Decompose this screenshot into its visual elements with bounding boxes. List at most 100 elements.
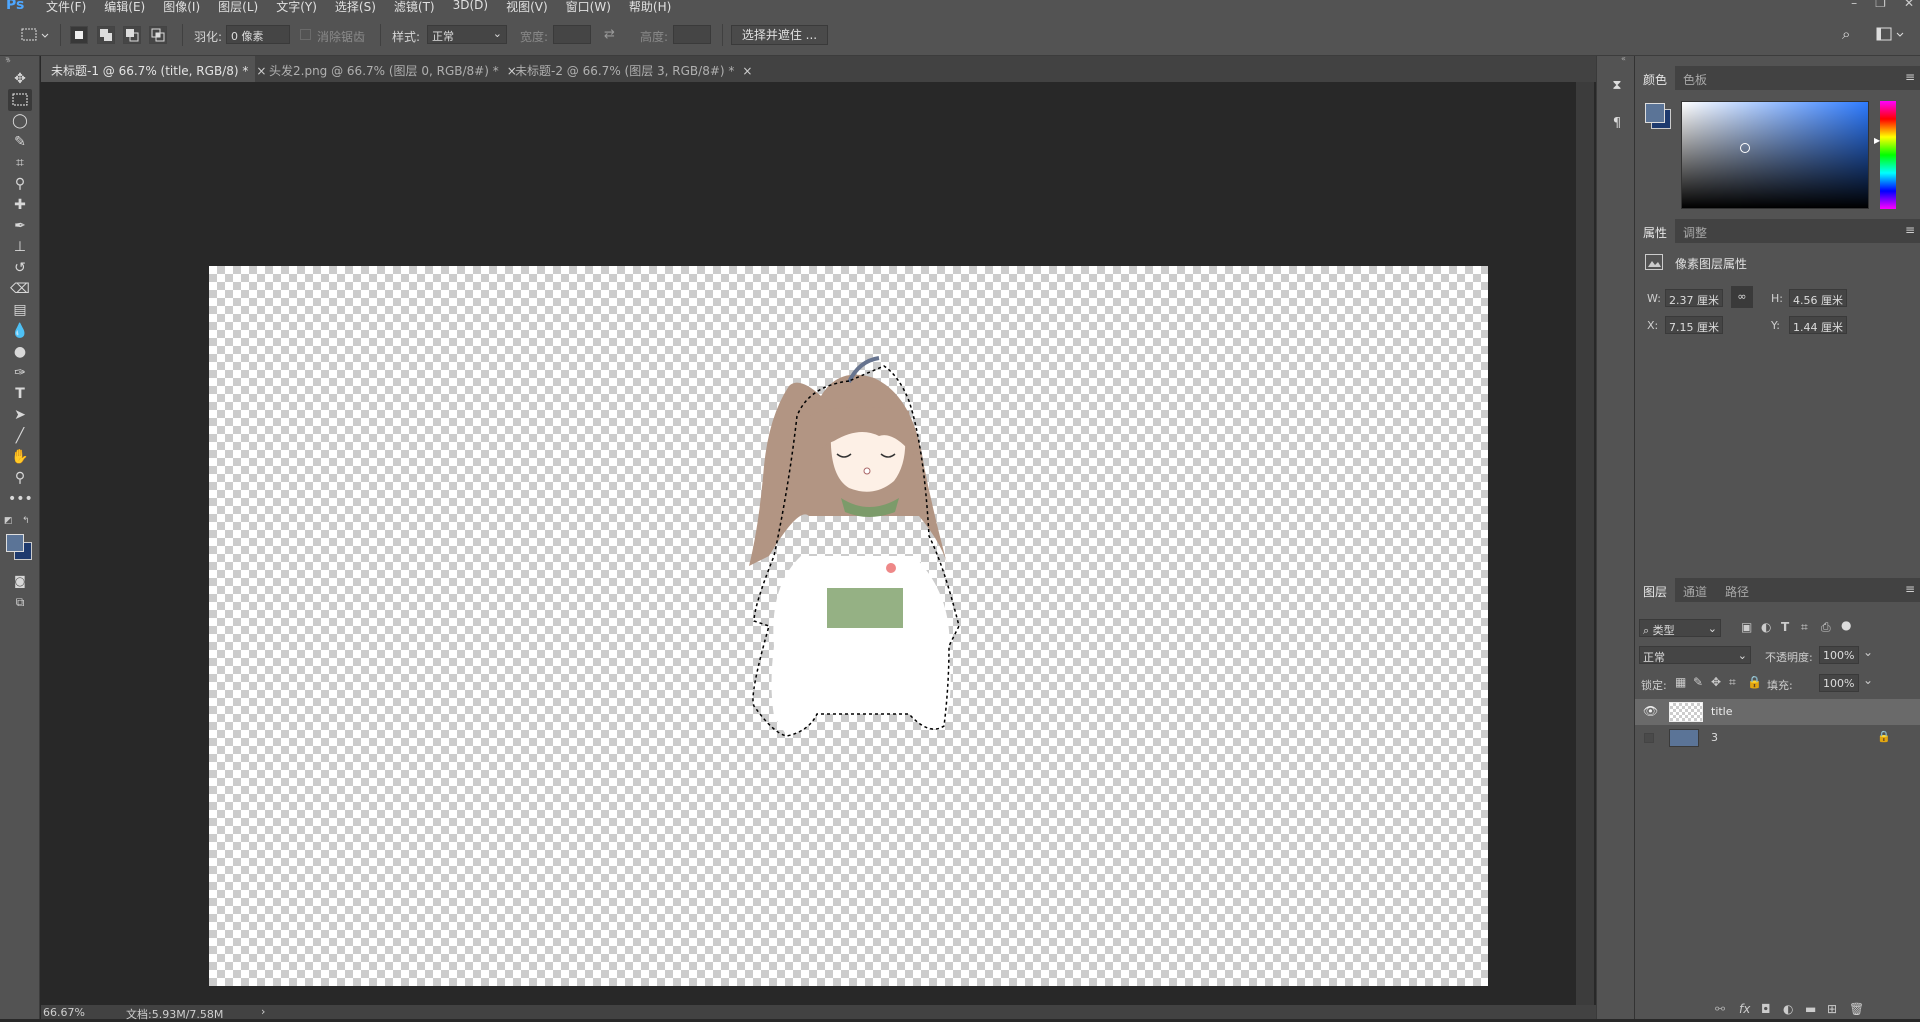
x-field[interactable]: 7.15 厘米	[1665, 316, 1723, 334]
collapse-arrows-icon[interactable]: »	[5, 54, 10, 63]
add-mask-icon[interactable]: ◘	[1761, 1002, 1771, 1016]
screen-mode-icon[interactable]: ⧉	[8, 591, 32, 613]
menu-3d[interactable]: 3D(D)	[453, 0, 488, 14]
canvas-area[interactable]	[41, 82, 1576, 1005]
tab-swatches[interactable]: 色板	[1675, 66, 1715, 90]
gradient-tool-icon[interactable]: ▤	[8, 299, 32, 321]
default-colors-icon[interactable]: ◩	[4, 516, 13, 526]
zoom-tool-icon[interactable]: ⚲	[8, 467, 32, 489]
move-tool-icon[interactable]: ✥	[8, 68, 32, 90]
opacity-slider-chevron-icon[interactable]: ⌄	[1863, 645, 1873, 659]
menu-type[interactable]: 文字(Y)	[276, 0, 317, 14]
lock-artboard-icon[interactable]: ⌗	[1729, 675, 1736, 690]
search-icon[interactable]: ⌕	[1842, 25, 1850, 43]
width-input[interactable]	[553, 25, 591, 44]
adjustment-layer-icon[interactable]: ◐	[1783, 1002, 1793, 1016]
hand-tool-icon[interactable]: ✋	[8, 446, 32, 468]
tab-hair2[interactable]: 头发2.png @ 66.7% (图层 0, RGB/8#) * ×	[259, 56, 517, 82]
history-panel-icon[interactable]: ⧗	[1607, 78, 1627, 98]
healing-brush-tool-icon[interactable]: ✚	[8, 194, 32, 216]
brush-tool-icon[interactable]: ✒	[8, 215, 32, 237]
eye-icon[interactable]: 👁	[1643, 704, 1658, 718]
stamp-tool-icon[interactable]: ⊥	[8, 236, 32, 258]
layer-filter-select[interactable]: ⌕ 类型 ⌄	[1639, 619, 1721, 637]
height-input[interactable]	[673, 25, 711, 44]
vertical-scrollbar[interactable]	[1576, 82, 1594, 1005]
lock-position-icon[interactable]: ✥	[1711, 675, 1721, 689]
layer-row-3[interactable]: 3 🔒	[1635, 725, 1920, 751]
menu-edit[interactable]: 编辑(E)	[104, 0, 145, 14]
panel-menu-icon[interactable]: ≡	[1905, 70, 1915, 84]
color-field[interactable]	[1681, 101, 1869, 209]
tab-channels[interactable]: 通道	[1675, 578, 1715, 602]
panel-menu-icon[interactable]: ≡	[1905, 582, 1915, 596]
fx-icon[interactable]: fx	[1739, 1002, 1750, 1016]
fill-slider-chevron-icon[interactable]: ⌄	[1863, 673, 1873, 687]
foreground-color-swatch[interactable]	[6, 534, 24, 552]
menu-window[interactable]: 窗口(W)	[566, 0, 611, 14]
intersect-selection-icon[interactable]	[149, 26, 167, 44]
workspace-icon[interactable]	[1876, 27, 1906, 43]
lock-transparent-icon[interactable]: ▦	[1675, 675, 1686, 689]
document-canvas[interactable]	[209, 266, 1488, 986]
menu-help[interactable]: 帮助(H)	[629, 0, 671, 14]
trash-icon[interactable]: 🗑	[1849, 1002, 1864, 1016]
width-field[interactable]: 2.37 厘米	[1665, 289, 1723, 307]
adjustment-filter-icon[interactable]: ◐	[1761, 620, 1771, 634]
add-selection-icon[interactable]	[97, 26, 115, 44]
color-picker-marker[interactable]	[1740, 143, 1750, 153]
tab-untitled-2[interactable]: 未标题-2 @ 66.7% (图层 3, RGB/8#) * ×	[505, 56, 752, 82]
swap-icon[interactable]: ⇄	[604, 27, 615, 42]
blend-mode-select[interactable]: 正常 ⌄	[1639, 646, 1751, 664]
foreground-color-swatch[interactable]	[1645, 103, 1665, 123]
crop-tool-icon[interactable]: ⌗	[8, 152, 32, 174]
filter-toggle-icon[interactable]: ●	[1841, 618, 1851, 632]
line-tool-icon[interactable]: ╱	[8, 425, 32, 447]
lock-all-icon[interactable]: 🔒	[1747, 675, 1762, 689]
visibility-toggle[interactable]	[1644, 733, 1654, 743]
tab-untitled-1[interactable]: 未标题-1 @ 66.7% (title, RGB/8) * ×	[41, 56, 266, 82]
menu-filter[interactable]: 滤镜(T)	[394, 0, 435, 14]
eyedropper-tool-icon[interactable]: ⚲	[8, 173, 32, 195]
tab-paths[interactable]: 路径	[1717, 578, 1757, 602]
more-tools-icon[interactable]: •••	[8, 488, 33, 510]
menu-image[interactable]: 图像(I)	[163, 0, 200, 14]
menu-select[interactable]: 选择(S)	[335, 0, 376, 14]
menu-layer[interactable]: 图层(L)	[218, 0, 258, 14]
swap-colors-icon[interactable]: ↰	[22, 516, 30, 526]
collapse-arrows-icon[interactable]: «	[1621, 54, 1626, 63]
new-selection-icon[interactable]	[70, 26, 88, 44]
y-field[interactable]: 1.44 厘米	[1789, 316, 1847, 334]
menu-file[interactable]: 文件(F)	[46, 0, 86, 14]
layer-row-title[interactable]: 👁 title	[1635, 699, 1920, 725]
blur-tool-icon[interactable]: 💧	[8, 320, 32, 342]
link-layers-icon[interactable]: ⚯	[1715, 1002, 1725, 1016]
layer-name[interactable]: 3	[1711, 731, 1718, 744]
marquee-tool-icon[interactable]	[8, 89, 32, 111]
menu-view[interactable]: 视图(V)	[506, 0, 548, 14]
eraser-tool-icon[interactable]: ⌫	[8, 278, 32, 300]
quick-select-tool-icon[interactable]: ✎	[8, 131, 32, 153]
quick-mask-icon[interactable]: ◙	[8, 570, 32, 592]
minimize-icon[interactable]: –	[1851, 0, 1857, 10]
path-select-tool-icon[interactable]: ➤	[8, 404, 32, 426]
character-panel-icon[interactable]: ¶	[1607, 116, 1627, 136]
smart-object-filter-icon[interactable]: ⎙	[1821, 620, 1831, 635]
pen-tool-icon[interactable]: ✑	[8, 362, 32, 384]
zoom-level[interactable]: 66.67%	[43, 1006, 85, 1019]
style-select[interactable]: 正常 ⌄	[427, 25, 507, 44]
pixel-filter-icon[interactable]: ▣	[1741, 620, 1752, 634]
history-brush-tool-icon[interactable]: ↺	[8, 257, 32, 279]
layer-name[interactable]: title	[1711, 705, 1733, 718]
close-icon[interactable]: ✕	[1904, 0, 1914, 10]
tab-properties[interactable]: 属性	[1635, 219, 1676, 243]
marquee-preset-icon[interactable]	[20, 26, 50, 44]
subtract-selection-icon[interactable]	[123, 26, 141, 44]
select-and-mask-button[interactable]: 选择并遮住 ...	[731, 25, 828, 45]
shape-filter-icon[interactable]: ⌗	[1801, 620, 1808, 635]
new-layer-icon[interactable]: ⊞	[1827, 1002, 1837, 1016]
tab-color[interactable]: 颜色	[1635, 66, 1676, 90]
dodge-tool-icon[interactable]: ●	[8, 341, 32, 363]
antialias-checkbox[interactable]	[300, 29, 311, 40]
fill-field[interactable]: 100%	[1819, 674, 1859, 692]
